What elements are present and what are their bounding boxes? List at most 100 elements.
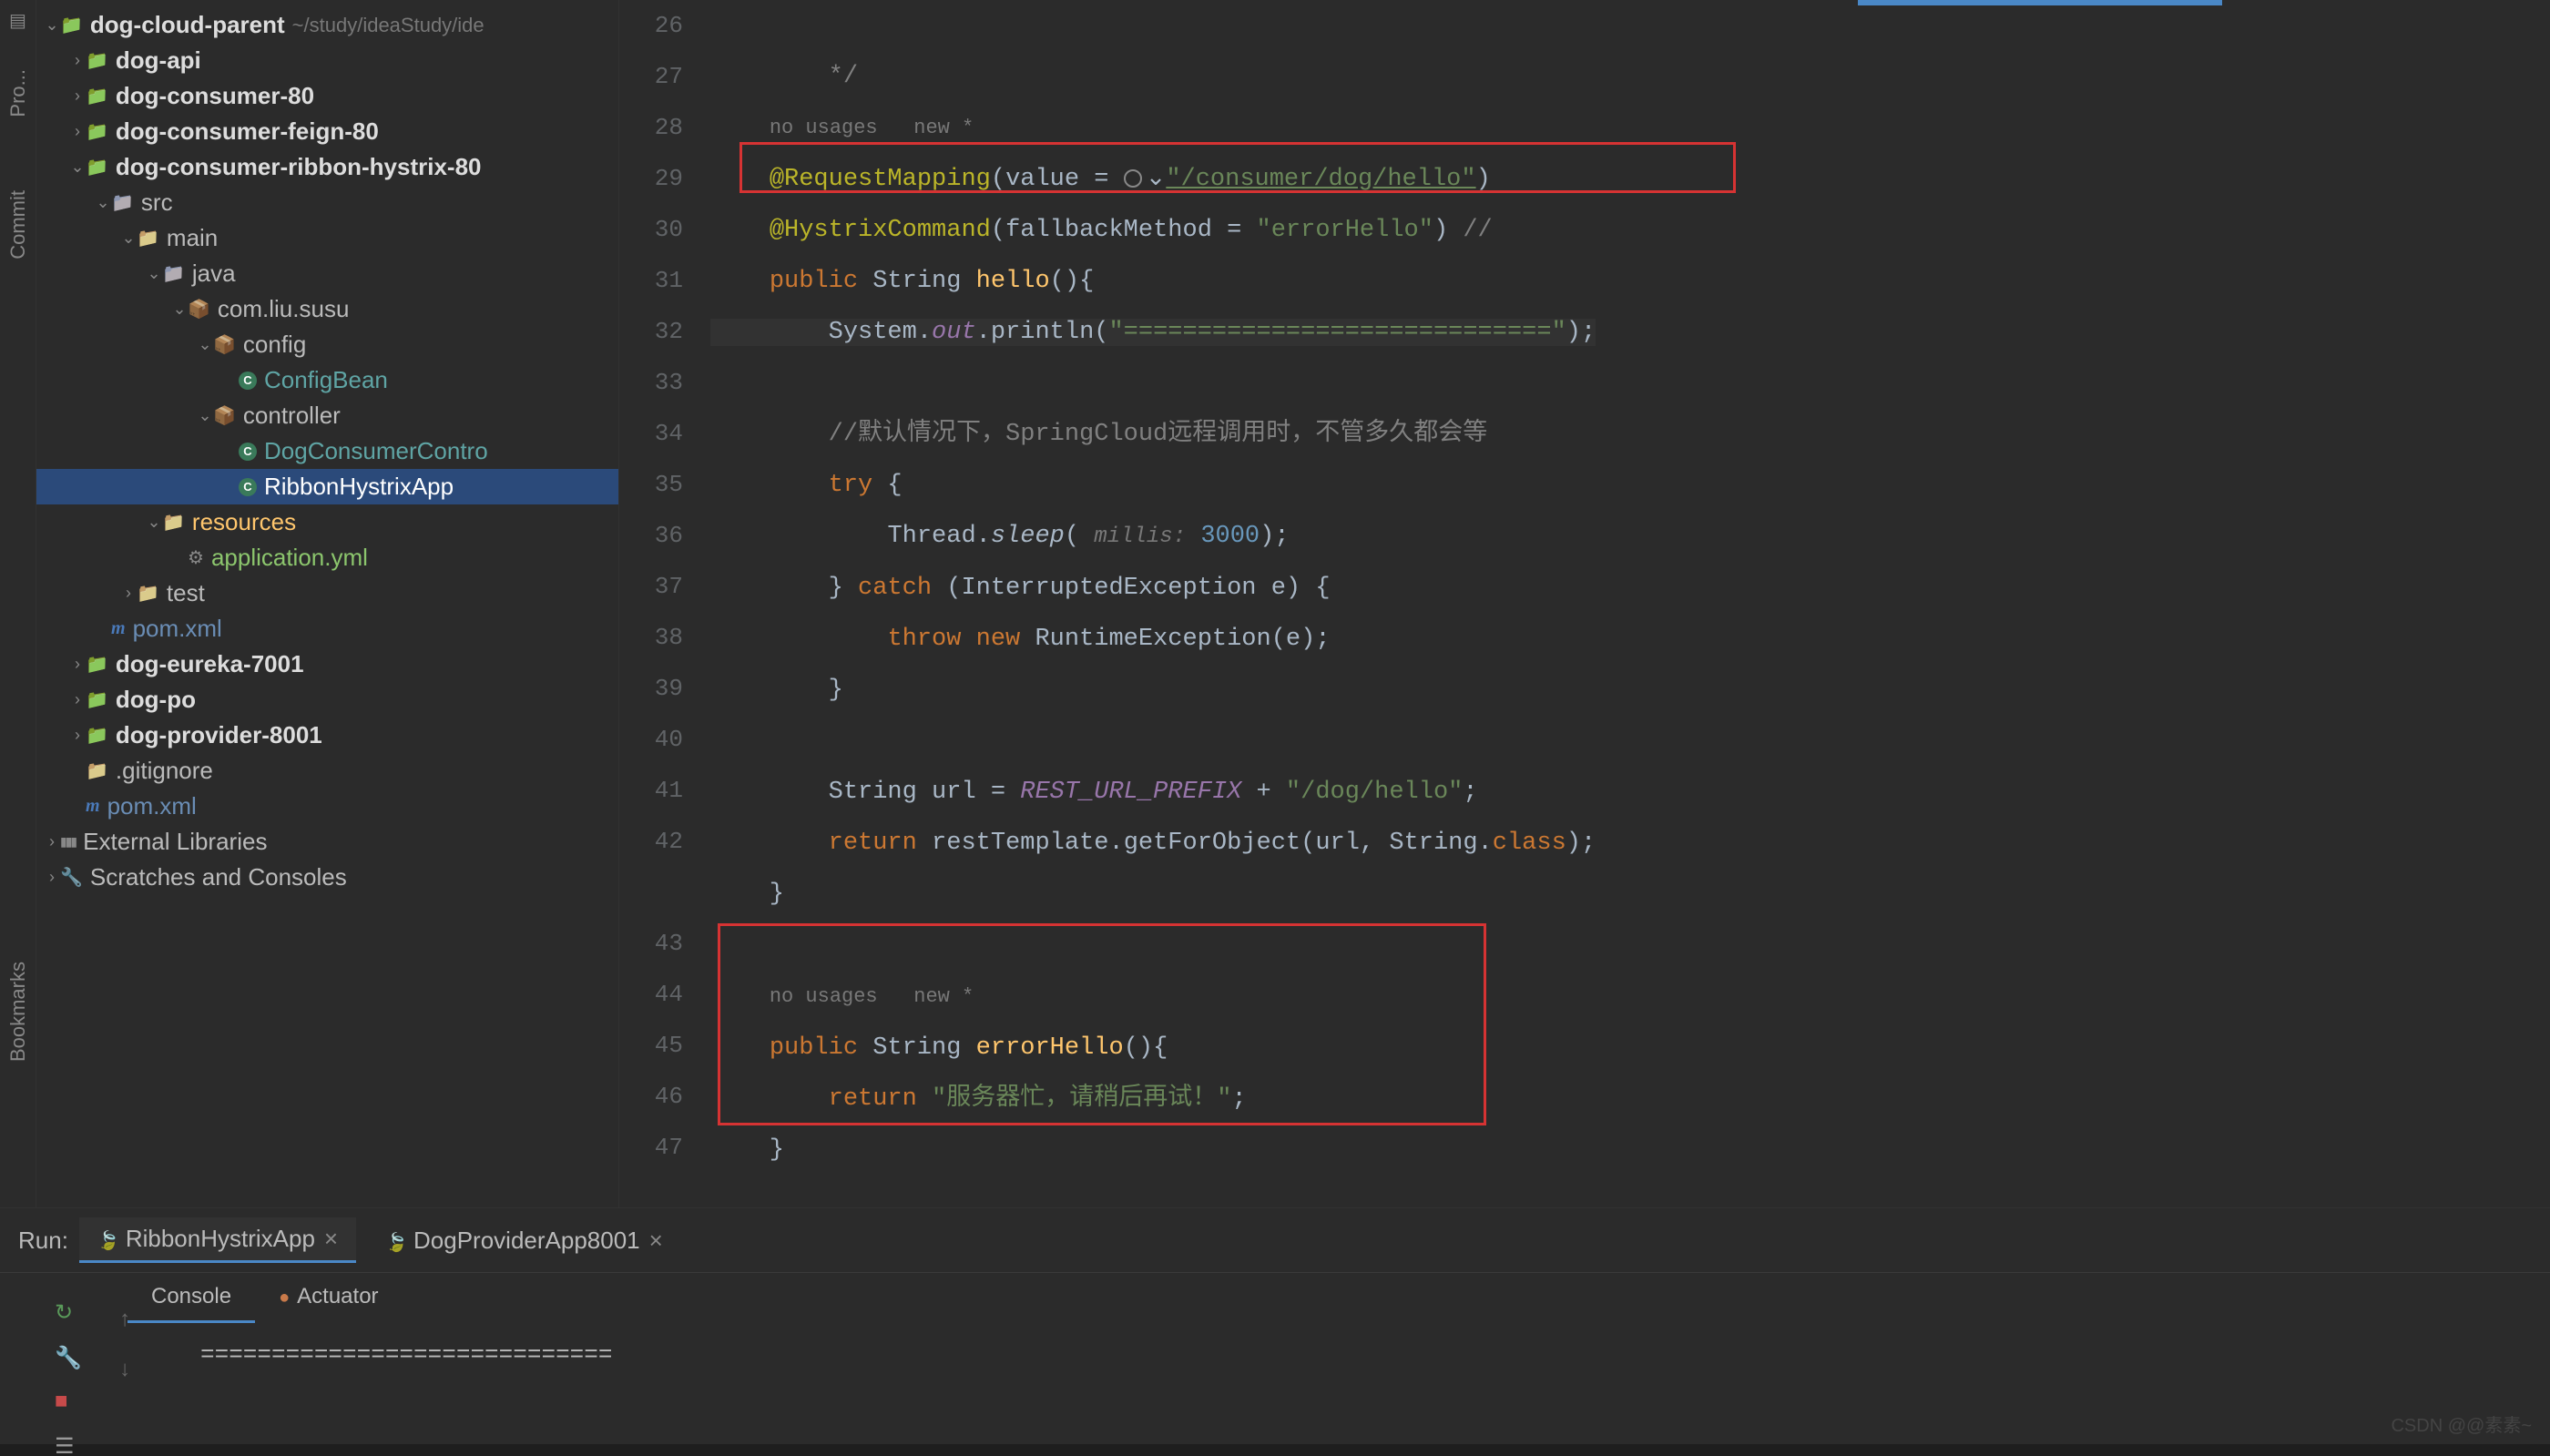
tree-arrow-icon[interactable]: › bbox=[69, 87, 86, 106]
scratch-icon bbox=[60, 866, 83, 889]
method-name: hello bbox=[976, 268, 1050, 295]
tree-item-dog-po[interactable]: ›dog-po bbox=[36, 682, 618, 718]
spring-icon bbox=[385, 1227, 413, 1255]
tree-item-dog-consumer-feign-80[interactable]: ›dog-consumer-feign-80 bbox=[36, 114, 618, 149]
tree-arrow-icon[interactable]: › bbox=[120, 584, 137, 603]
string-literal: "=============================" bbox=[1108, 319, 1566, 346]
tools-icon[interactable]: 🔧 bbox=[55, 1345, 82, 1372]
tree-arrow-icon[interactable]: › bbox=[69, 122, 86, 141]
rerun-icon[interactable]: ↻ bbox=[55, 1299, 82, 1327]
up-icon[interactable]: ↑ bbox=[118, 1308, 131, 1333]
tree-arrow-icon[interactable]: › bbox=[69, 726, 86, 745]
layout-icon[interactable]: ☰ bbox=[55, 1433, 82, 1456]
close-icon[interactable]: × bbox=[649, 1227, 663, 1255]
tree-item-com-liu-susu[interactable]: ⌄com.liu.susu bbox=[36, 291, 618, 327]
tree-item-application-yml[interactable]: application.yml bbox=[36, 540, 618, 575]
project-tree[interactable]: ⌄dog-cloud-parent~/study/ideaStudy/ide›d… bbox=[36, 0, 619, 1207]
tree-arrow-icon[interactable]: › bbox=[44, 832, 60, 851]
code-text: String bbox=[872, 268, 961, 295]
folder-icon bbox=[86, 688, 108, 711]
tree-label: RibbonHystrixApp bbox=[264, 473, 454, 501]
tree-item-dog-api[interactable]: ›dog-api bbox=[36, 43, 618, 78]
tree-arrow-icon[interactable]: › bbox=[44, 868, 60, 887]
keyword: try bbox=[829, 472, 873, 499]
annotation: @HystrixCommand bbox=[770, 217, 991, 244]
console-output[interactable]: ============================= bbox=[0, 1323, 2550, 1387]
tree-item-java[interactable]: ⌄java bbox=[36, 256, 618, 291]
class-icon: C bbox=[239, 372, 257, 390]
code-text: out bbox=[932, 319, 976, 346]
code-text: restTemplate bbox=[932, 830, 1108, 857]
tree-arrow-icon[interactable]: › bbox=[69, 655, 86, 674]
close-icon[interactable]: × bbox=[324, 1225, 338, 1253]
folder-icon bbox=[86, 653, 108, 676]
usages-hint[interactable]: no usages bbox=[770, 117, 878, 139]
run-tab-dogproviderapp8001[interactable]: DogProviderApp8001× bbox=[367, 1217, 681, 1263]
string-literal: "/dog/hello" bbox=[1286, 779, 1463, 806]
keyword: throw bbox=[887, 626, 961, 653]
folder-icon bbox=[162, 262, 185, 285]
tree-item-ribbonhystrixapp[interactable]: C RibbonHystrixApp bbox=[36, 469, 618, 504]
comment: //默认情况下，SpringCloud远程调用时，不管多久都会等 bbox=[829, 421, 1488, 448]
code-editor[interactable]: 2627282930313233343536373839404142 43444… bbox=[619, 0, 2550, 1207]
commit-label[interactable]: Commit bbox=[6, 190, 30, 260]
tree-arrow-icon[interactable]: ⌄ bbox=[197, 406, 213, 425]
xml-icon: m bbox=[111, 618, 126, 639]
bookmarks-label[interactable]: Bookmarks bbox=[6, 962, 30, 1062]
tree-item-resources[interactable]: ⌄resources bbox=[36, 504, 618, 540]
tree-arrow-icon[interactable]: › bbox=[69, 51, 86, 70]
console-tabs: Console Actuator bbox=[0, 1273, 2550, 1323]
line-gutter: 2627282930313233343536373839404142 43444… bbox=[619, 0, 710, 1207]
down-icon[interactable]: ↓ bbox=[118, 1359, 131, 1383]
new-hint[interactable]: new * bbox=[913, 117, 974, 139]
tree-label: dog-consumer-80 bbox=[116, 82, 314, 110]
code-text: println bbox=[991, 319, 1094, 346]
actuator-tab[interactable]: Actuator bbox=[255, 1273, 402, 1323]
tree-arrow-icon[interactable]: ⌄ bbox=[146, 513, 162, 532]
console-tab[interactable]: Console bbox=[128, 1273, 255, 1323]
tree-arrow-icon[interactable]: › bbox=[69, 690, 86, 709]
xml-icon: m bbox=[86, 796, 100, 817]
folder-icon bbox=[86, 724, 108, 747]
code-text: sleep bbox=[991, 523, 1065, 550]
project-tool-icon[interactable]: ▤ bbox=[9, 9, 26, 33]
code-area[interactable]: */ no usages new * @RequestMapping(value… bbox=[710, 0, 2550, 1207]
keyword: new bbox=[976, 626, 1021, 653]
tree-item-test[interactable]: ›test bbox=[36, 575, 618, 611]
tree-label: dog-consumer-ribbon-hystrix-80 bbox=[116, 153, 482, 181]
lib-icon bbox=[60, 834, 76, 850]
folder-icon bbox=[60, 14, 83, 36]
tree-item-configbean[interactable]: CConfigBean bbox=[36, 362, 618, 398]
tree-item-dog-cloud-parent[interactable]: ⌄dog-cloud-parent~/study/ideaStudy/ide bbox=[36, 7, 618, 43]
tree-item--gitignore[interactable]: .gitignore bbox=[36, 753, 618, 789]
stop-icon[interactable]: ■ bbox=[55, 1390, 82, 1415]
tree-item-controller[interactable]: ⌄controller bbox=[36, 398, 618, 433]
tree-arrow-icon[interactable]: ⌄ bbox=[146, 264, 162, 283]
tree-item-scratches-and-consoles[interactable]: ›Scratches and Consoles bbox=[36, 860, 618, 895]
tree-item-external-libraries[interactable]: ›External Libraries bbox=[36, 824, 618, 860]
tree-arrow-icon[interactable]: ⌄ bbox=[69, 158, 86, 177]
tree-item-pom-xml[interactable]: mpom.xml bbox=[36, 611, 618, 647]
tree-item-dog-consumer-ribbon-hystrix-80[interactable]: ⌄ dog-consumer-ribbon-hystrix-80 bbox=[36, 149, 618, 185]
run-tab-ribbonhystrixapp[interactable]: RibbonHystrixApp× bbox=[79, 1217, 356, 1263]
code-text: REST_URL_PREFIX bbox=[1020, 779, 1241, 806]
tree-item-src[interactable]: ⌄src bbox=[36, 185, 618, 220]
tree-item-dog-provider-8001[interactable]: ›dog-provider-8001 bbox=[36, 718, 618, 753]
tree-arrow-icon[interactable]: ⌄ bbox=[120, 229, 137, 248]
tree-item-config[interactable]: ⌄config bbox=[36, 327, 618, 362]
tree-item-dog-eureka-7001[interactable]: › dog-eureka-7001 bbox=[36, 647, 618, 682]
tree-item-dogconsumercontro[interactable]: CDogConsumerContro bbox=[36, 433, 618, 469]
tree-arrow-icon[interactable]: ⌄ bbox=[171, 300, 188, 319]
folder-icon bbox=[162, 511, 185, 534]
tree-label: dog-eureka-7001 bbox=[116, 650, 304, 678]
folder-icon bbox=[86, 156, 108, 178]
tree-arrow-icon[interactable]: ⌄ bbox=[95, 193, 111, 212]
tree-item-main[interactable]: ⌄main bbox=[36, 220, 618, 256]
tree-arrow-icon[interactable]: ⌄ bbox=[197, 335, 213, 354]
tree-arrow-icon[interactable]: ⌄ bbox=[44, 15, 60, 35]
code-text: */ bbox=[829, 63, 858, 90]
class-icon: C bbox=[239, 478, 257, 496]
tree-item-pom-xml[interactable]: mpom.xml bbox=[36, 789, 618, 824]
tree-item-dog-consumer-80[interactable]: › dog-consumer-80 bbox=[36, 78, 618, 114]
project-label[interactable]: Pro... bbox=[6, 69, 30, 117]
